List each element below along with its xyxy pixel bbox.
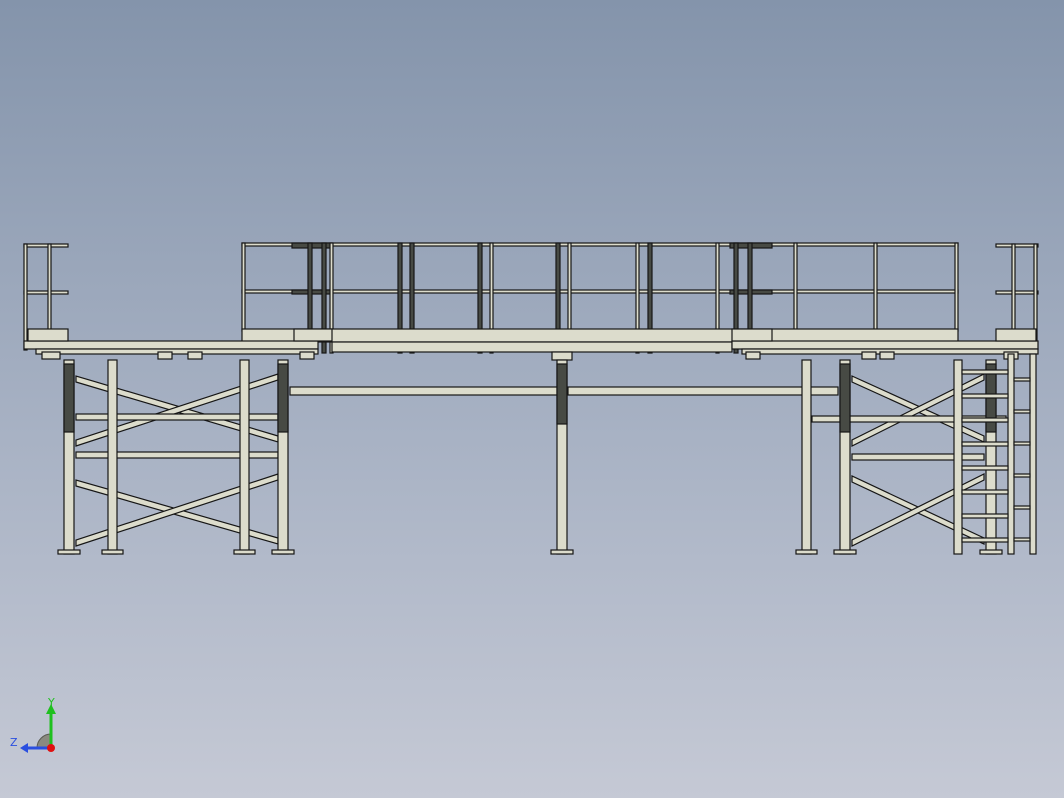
tie-beam[interactable] xyxy=(289,386,559,396)
platform-deck[interactable] xyxy=(23,328,1039,361)
graphics-viewport[interactable]: Y Z xyxy=(0,0,1064,798)
z-axis-arrowhead-icon xyxy=(20,743,28,753)
tie-beam[interactable] xyxy=(567,386,839,396)
platform-model[interactable] xyxy=(0,0,1064,798)
z-axis-label: Z xyxy=(10,736,18,749)
y-axis-label: Y xyxy=(47,696,55,709)
x-axis-dot-icon xyxy=(47,744,55,752)
view-orientation-triad[interactable]: Y Z xyxy=(0,690,80,770)
